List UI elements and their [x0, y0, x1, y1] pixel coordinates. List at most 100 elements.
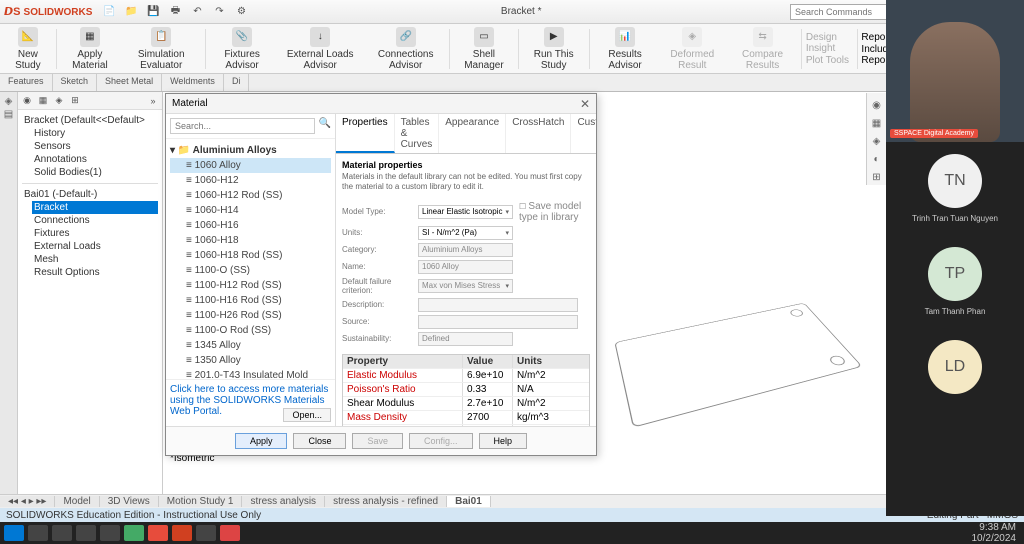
fm-tab-icon[interactable]: ▦ — [36, 94, 50, 108]
tab-more[interactable]: Di — [224, 74, 250, 91]
rt-icon[interactable]: ▦ — [869, 115, 885, 131]
btab-motion[interactable]: Motion Study 1 — [159, 496, 243, 507]
task-icon[interactable] — [196, 525, 216, 541]
study-node[interactable]: External Loads — [32, 240, 158, 253]
start-button[interactable] — [4, 525, 24, 541]
material-item[interactable]: ≡ 1060-H12 — [170, 173, 331, 188]
tab-sheet-metal[interactable]: Sheet Metal — [97, 74, 162, 91]
material-item[interactable]: ≡ 1100-O (SS) — [170, 263, 331, 278]
material-item[interactable]: ≡ 1060-H16 — [170, 218, 331, 233]
rb-apply-material[interactable]: ▦Apply Material — [60, 25, 119, 73]
save-model-check[interactable]: ☐ Save model type in library — [519, 201, 589, 223]
print-icon[interactable]: 🖶 — [167, 4, 183, 20]
fm-tab-icon[interactable]: ◉ — [20, 94, 34, 108]
apply-button[interactable]: Apply — [235, 433, 288, 449]
task-icon[interactable] — [220, 525, 240, 541]
rb-sim-evaluator[interactable]: 📋Simulation Evaluator — [121, 25, 201, 73]
study-node[interactable]: Result Options — [32, 266, 158, 279]
units-select[interactable]: SI - N/m^2 (Pa) — [418, 226, 513, 240]
material-item[interactable]: ≡ 1060 Alloy — [170, 158, 331, 173]
undo-icon[interactable]: ↶ — [189, 4, 205, 20]
rb-fixtures[interactable]: 📎Fixtures Advisor — [210, 25, 275, 73]
dlg-tab-tables[interactable]: Tables & Curves — [395, 114, 440, 153]
rt-icon[interactable]: ⊞ — [869, 169, 885, 185]
rt-icon[interactable]: ◐ — [869, 151, 885, 167]
redo-icon[interactable]: ↷ — [211, 4, 227, 20]
material-item[interactable]: ≡ 1100-H26 Rod (SS) — [170, 308, 331, 323]
dlg-tab-appearance[interactable]: Appearance — [439, 114, 506, 153]
tree-node[interactable]: History — [32, 127, 158, 140]
study-node[interactable]: Connections — [32, 214, 158, 227]
study-node-bracket[interactable]: Bracket — [32, 201, 158, 214]
task-icon[interactable] — [124, 525, 144, 541]
study-node[interactable]: Mesh — [32, 253, 158, 266]
material-item[interactable]: ≡ 1100-O Rod (SS) — [170, 323, 331, 338]
tree-root[interactable]: Bracket (Default<<Default> — [22, 114, 158, 127]
task-icon[interactable] — [148, 525, 168, 541]
tab-features[interactable]: Features — [0, 74, 53, 91]
material-search-input[interactable] — [170, 118, 315, 134]
material-item[interactable]: ≡ 1350 Alloy — [170, 353, 331, 368]
material-item[interactable]: ≡ 1060-H12 Rod (SS) — [170, 188, 331, 203]
dialog-close-icon[interactable]: ✕ — [580, 97, 590, 111]
tree-node[interactable]: Annotations — [32, 153, 158, 166]
rt-icon[interactable]: ◈ — [869, 133, 885, 149]
dlg-tab-custom[interactable]: Custom — [571, 114, 596, 153]
material-tree[interactable]: ▾ 📁 Aluminium Alloys≡ 1060 Alloy≡ 1060-H… — [166, 139, 335, 379]
tree-node[interactable]: Sensors — [32, 140, 158, 153]
material-item[interactable]: ≡ 1060-H14 — [170, 203, 331, 218]
open-icon[interactable]: 📁 — [123, 4, 139, 20]
model-type-select[interactable]: Linear Elastic Isotropic — [418, 205, 513, 219]
material-item[interactable]: ≡ 1100-H16 Rod (SS) — [170, 293, 331, 308]
task-icon[interactable] — [100, 525, 120, 541]
rb-connections[interactable]: 🔗Connections Advisor — [366, 25, 445, 73]
fm-tab-icon[interactable]: ⊞ — [68, 94, 82, 108]
btab-stress-refined[interactable]: stress analysis - refined — [325, 496, 447, 507]
lb-icon[interactable]: ▤ — [4, 109, 13, 120]
btab-stress[interactable]: stress analysis — [242, 496, 325, 507]
rb-deformed: ◈Deformed Result — [659, 25, 726, 73]
rt-icon[interactable]: ◉ — [869, 97, 885, 113]
dlg-tab-crosshatch[interactable]: CrossHatch — [506, 114, 571, 153]
rb-loads[interactable]: ↓External Loads Advisor — [276, 25, 364, 73]
task-icon[interactable] — [172, 525, 192, 541]
open-button[interactable]: Open... — [283, 408, 331, 422]
dlg-tab-properties[interactable]: Properties — [336, 114, 395, 153]
material-item[interactable]: ≡ 1345 Alloy — [170, 338, 331, 353]
fm-tab-icon[interactable]: ◈ — [52, 94, 66, 108]
btab-bai01[interactable]: Bai01 — [447, 496, 491, 507]
tab-sketch[interactable]: Sketch — [53, 74, 98, 91]
search-icon[interactable]: 🔍 — [319, 118, 331, 134]
fm-expand-icon[interactable]: » — [146, 94, 160, 108]
material-item[interactable]: ≡ 1060-H18 — [170, 233, 331, 248]
user-avatar[interactable]: TN — [928, 154, 982, 208]
video-feed[interactable]: SSPACE Digital Academy — [886, 0, 1024, 142]
close-button[interactable]: Close — [293, 433, 346, 449]
user-avatar[interactable]: LD — [928, 340, 982, 394]
task-icon[interactable] — [28, 525, 48, 541]
rb-run[interactable]: ▶Run This Study — [522, 25, 584, 73]
btab-model[interactable]: Model — [55, 496, 99, 507]
study-root[interactable]: Bai01 (-Default-) — [22, 188, 158, 201]
study-node[interactable]: Fixtures — [32, 227, 158, 240]
taskbar-clock[interactable]: 9:38 AM10/2/2024 — [972, 522, 1021, 544]
material-item[interactable]: ≡ 201.0-T43 Insulated Mold Casting (SS) — [170, 368, 331, 379]
new-icon[interactable]: 📄 — [101, 4, 117, 20]
tree-node[interactable]: Solid Bodies(1) — [32, 166, 158, 179]
save-icon[interactable]: 💾 — [145, 4, 161, 20]
rb-new-study[interactable]: 📐New Study — [4, 25, 52, 73]
task-icon[interactable] — [76, 525, 96, 541]
user-avatar[interactable]: TP — [928, 247, 982, 301]
btab-3d[interactable]: 3D Views — [100, 496, 159, 507]
help-button[interactable]: Help — [479, 433, 528, 449]
task-icon[interactable] — [52, 525, 72, 541]
lb-icon[interactable]: ◈ — [5, 96, 13, 107]
material-item[interactable]: ≡ 1060-H18 Rod (SS) — [170, 248, 331, 263]
right-toolbar: ◉ ▦ ◈ ◐ ⊞ — [866, 93, 886, 185]
options-icon[interactable]: ⚙ — [233, 4, 249, 20]
rb-shell[interactable]: ▭Shell Manager — [454, 25, 514, 73]
btab-nav[interactable]: ◂◂ ◂ ▸ ▸▸ — [0, 496, 55, 507]
material-item[interactable]: ≡ 1100-H12 Rod (SS) — [170, 278, 331, 293]
tab-weldments[interactable]: Weldments — [162, 74, 224, 91]
rb-results[interactable]: 📊Results Advisor — [594, 25, 657, 73]
